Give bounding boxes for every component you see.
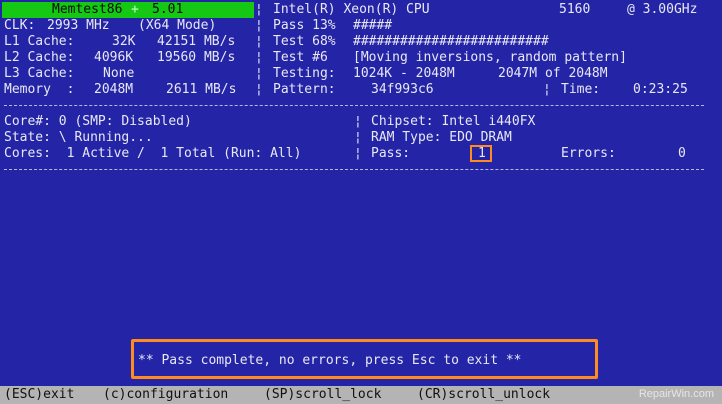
scroll-unlock-key[interactable]: (CR)scroll_unlock (417, 387, 550, 403)
column-separator: ¦ (255, 66, 263, 81)
scroll-lock-key[interactable]: (SP)scroll_lock (264, 387, 381, 403)
clk-label: CLK: (4, 18, 36, 33)
l2-cache-size: 4096K (94, 50, 134, 65)
configuration-key[interactable]: (c)configuration (103, 387, 228, 403)
testing-range: 1024K - 2048M (353, 66, 455, 81)
core-info: Core#: 0 (SMP: Disabled) (4, 114, 192, 129)
l1-cache-speed: 42151 MB/s (157, 34, 236, 49)
state-info: State: \ Running... (4, 130, 153, 145)
column-separator: ¦ (255, 82, 263, 97)
pass-progress-label: Pass 13% (273, 18, 336, 33)
test-progress-label: Test 68% (273, 34, 336, 49)
watermark: RepairWin.com (638, 388, 714, 400)
pattern-value: 34f993c6 (371, 82, 434, 97)
l1-cache-label: L1 Cache: (4, 34, 75, 49)
memory-size: 2048M (94, 82, 134, 97)
test-progress-bar: ######################### (353, 34, 549, 49)
pass-count-label: Pass: (371, 146, 411, 161)
pass-highlight-box (470, 145, 492, 162)
test-number: Test #6 (273, 50, 328, 65)
test-description: [Moving inversions, random pattern] (353, 50, 627, 65)
pattern-label: Pattern: (273, 82, 336, 97)
cpu-name: Intel(R) Xeon(R) CPU (273, 2, 430, 17)
time-label: Time: (561, 82, 601, 97)
column-separator: ¦ (543, 82, 551, 97)
time-value: 0:23:25 (633, 82, 688, 97)
column-separator: ¦ (255, 18, 263, 33)
cores-info: Cores: 1 Active / 1 Total (Run: All) (4, 146, 302, 161)
testing-of: 2047M of 2048M (498, 66, 608, 81)
app-version: 5.01 (152, 2, 184, 17)
footer-bar: (ESC)exit (c)configuration (SP)scroll_lo… (0, 386, 722, 404)
column-separator: ¦ (255, 34, 263, 49)
errors-label: Errors: (561, 146, 616, 161)
clk-value: 2993 MHz (47, 18, 110, 33)
pass-progress-bar: ##### (353, 18, 393, 33)
l3-cache-size: None (103, 66, 135, 81)
chipset-info: Chipset: Intel i440FX (371, 114, 536, 129)
l3-cache-label: L3 Cache: (4, 66, 75, 81)
cpu-frequency: @ 3.00GHz (627, 2, 698, 17)
pass-complete-message: ** Pass complete, no errors, press Esc t… (138, 353, 522, 368)
title-bar: Memtest86 + 5.01 (2, 2, 254, 18)
column-separator: ¦ (255, 2, 263, 17)
cpu-model: 5160 (559, 2, 591, 17)
esc-exit-key[interactable]: (ESC)exit (4, 387, 74, 403)
column-separator: ¦ (354, 114, 362, 129)
l2-cache-speed: 19560 MB/s (157, 50, 236, 65)
memory-speed: 2611 MB/s (166, 82, 237, 97)
l2-cache-label: L2 Cache: (4, 50, 75, 65)
clk-mode: (X64 Mode) (138, 18, 217, 33)
errors-value: 0 (678, 146, 686, 161)
column-separator: ¦ (255, 50, 263, 65)
section-divider (4, 169, 704, 170)
app-name: Memtest86 (52, 2, 123, 17)
app-plus: + (131, 2, 139, 17)
column-separator: ¦ (354, 146, 362, 161)
ram-type-info: RAM Type: EDO DRAM (371, 130, 512, 145)
testing-label: Testing: (273, 66, 336, 81)
memory-label: Memory : (4, 82, 75, 97)
l1-cache-size: 32K (112, 34, 136, 49)
section-divider (4, 105, 704, 106)
column-separator: ¦ (354, 130, 362, 145)
